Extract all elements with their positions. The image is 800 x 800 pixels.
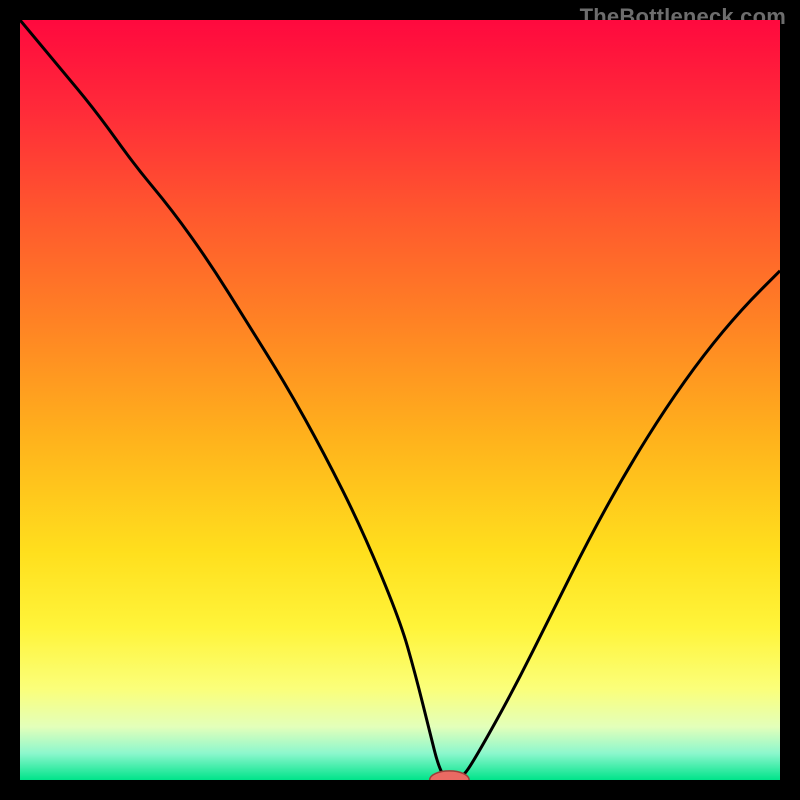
chart-stage: TheBottleneck.com xyxy=(0,0,800,800)
plot-svg xyxy=(20,20,780,780)
plot-area xyxy=(20,20,780,780)
gradient-background xyxy=(20,20,780,780)
